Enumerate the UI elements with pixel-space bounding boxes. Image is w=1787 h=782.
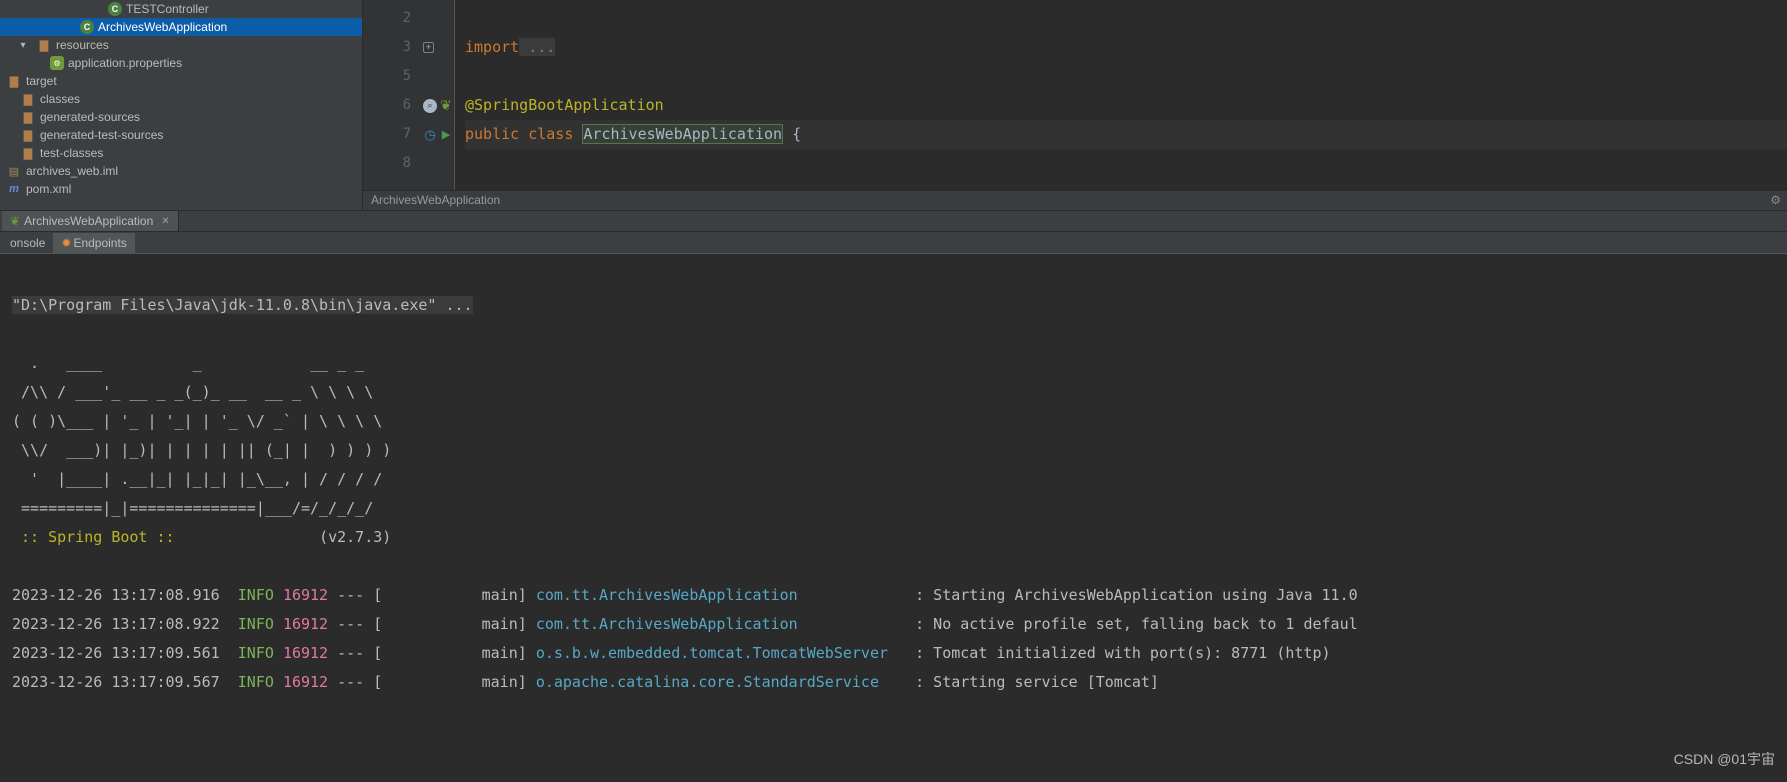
- console-output[interactable]: "D:\Program Files\Java\jdk-11.0.8\bin\ja…: [0, 254, 1787, 782]
- tree-item-classes[interactable]: ▇ classes: [0, 90, 362, 108]
- watermark: CSDN @01宇宙: [1674, 745, 1775, 774]
- tree-item-generated-test-sources[interactable]: ▇ generated-test-sources: [0, 126, 362, 144]
- line-gutter: 2 3 5 6 7 8: [363, 0, 421, 210]
- tree-item-test-classes[interactable]: ▇ test-classes: [0, 144, 362, 162]
- tree-item-testcontroller[interactable]: C TESTController: [0, 0, 362, 18]
- tree-item-iml[interactable]: ▤ archives_web.iml: [0, 162, 362, 180]
- tab-console[interactable]: onsole: [2, 233, 53, 253]
- project-tree[interactable]: C TESTController C ArchivesWebApplicatio…: [0, 0, 363, 210]
- run-tab-bar: ❦ ArchivesWebApplication ✕: [0, 210, 1787, 232]
- class-name: ArchivesWebApplication: [582, 124, 783, 144]
- close-icon[interactable]: ✕: [161, 216, 169, 227]
- spring-leaf-icon[interactable]: ❦: [439, 99, 453, 113]
- tree-item-label: resources: [56, 38, 109, 52]
- properties-icon: ⚙: [50, 56, 64, 70]
- flame-icon: ✹: [61, 236, 71, 250]
- maven-icon: m: [6, 181, 22, 197]
- folder-icon: ▇: [20, 91, 36, 107]
- gear-icon[interactable]: ⚙: [1770, 193, 1781, 207]
- tree-item-resources[interactable]: ▾ ▇ resources: [0, 36, 362, 54]
- tree-item-label: target: [26, 74, 57, 88]
- search-icon[interactable]: ⌕: [423, 99, 437, 113]
- breadcrumb[interactable]: ArchivesWebApplication ⚙: [363, 190, 1787, 210]
- code-editor[interactable]: 2 3 5 6 7 8 + ⌕ ❦ ◷ ▶: [363, 0, 1787, 210]
- spring-leaf-icon: ❦: [10, 214, 20, 228]
- tree-item-label: generated-sources: [40, 110, 140, 124]
- class-icon: C: [80, 20, 94, 34]
- tree-item-label: test-classes: [40, 146, 103, 160]
- tree-item-label: ArchivesWebApplication: [98, 20, 227, 34]
- run-icon[interactable]: ▶: [439, 128, 453, 142]
- tree-item-pom[interactable]: m pom.xml: [0, 180, 362, 198]
- tree-item-label: archives_web.iml: [26, 164, 118, 178]
- tree-item-label: application.properties: [68, 56, 182, 70]
- gutter-marks: + ⌕ ❦ ◷ ▶: [421, 0, 455, 210]
- run-tab[interactable]: ❦ ArchivesWebApplication ✕: [2, 211, 179, 231]
- folder-icon: ▇: [20, 145, 36, 161]
- bean-icon[interactable]: ◷: [423, 128, 437, 142]
- tree-item-label: TESTController: [126, 2, 209, 16]
- tree-item-label: pom.xml: [26, 182, 71, 196]
- tree-item-label: generated-test-sources: [40, 128, 163, 142]
- tree-item-target[interactable]: ▇ target: [0, 72, 362, 90]
- folder-icon: ▇: [36, 37, 52, 53]
- folder-icon: ▇: [20, 127, 36, 143]
- tree-item-application-properties[interactable]: ⚙ application.properties: [0, 54, 362, 72]
- tree-item-label: classes: [40, 92, 80, 106]
- iml-icon: ▤: [6, 163, 22, 179]
- code-area[interactable]: import ... @SpringBootApplication public…: [455, 0, 1787, 210]
- chevron-down-icon[interactable]: ▾: [16, 40, 30, 51]
- folder-icon: ▇: [6, 73, 22, 89]
- annotation: @SpringBootApplication: [465, 96, 664, 114]
- tab-endpoints[interactable]: ✹Endpoints: [53, 233, 134, 253]
- tree-item-generated-sources[interactable]: ▇ generated-sources: [0, 108, 362, 126]
- fold-icon[interactable]: +: [423, 42, 434, 53]
- run-subtabs: onsole ✹Endpoints: [0, 232, 1787, 254]
- class-icon: C: [108, 2, 122, 16]
- folder-icon: ▇: [20, 109, 36, 125]
- command-line: "D:\Program Files\Java\jdk-11.0.8\bin\ja…: [12, 296, 473, 314]
- tree-item-archiveswebapplication[interactable]: C ArchivesWebApplication: [0, 18, 362, 36]
